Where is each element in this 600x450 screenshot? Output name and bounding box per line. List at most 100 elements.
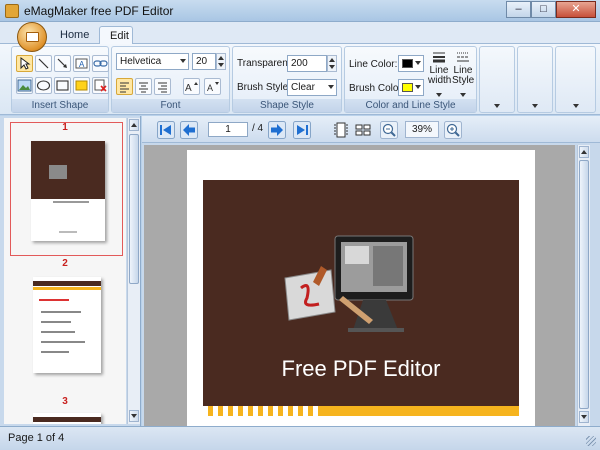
increase-font-button[interactable]: A [183, 78, 200, 95]
spin-arrows-icon [218, 56, 224, 67]
cover-title: Free PDF Editor [281, 356, 441, 381]
cover-image: Free PDF Editor [203, 180, 519, 416]
resize-grip-icon[interactable] [586, 436, 596, 446]
line-width-button[interactable]: Line width [428, 51, 451, 99]
chevron-down-icon [415, 85, 421, 89]
brush-color-picker[interactable] [398, 79, 424, 96]
app-menu-button[interactable] [17, 22, 47, 52]
film-strip-icon [334, 122, 348, 138]
thumbnail-page-1[interactable] [10, 122, 123, 256]
transparent-stepper[interactable] [327, 55, 337, 72]
font-size-input[interactable]: 20 [192, 53, 216, 70]
link-tool-button[interactable] [92, 55, 109, 72]
text-box-tool-button[interactable]: A [73, 55, 90, 72]
transparent-input[interactable]: 200 [287, 55, 327, 72]
collapsed-group-3[interactable] [555, 46, 596, 113]
align-left-button[interactable] [116, 78, 133, 95]
font-family-value: Helvetica [120, 56, 162, 67]
thumbnail-page-2[interactable] [10, 272, 123, 392]
thumbnail-page-3[interactable] [10, 410, 123, 424]
font-size-stepper[interactable] [216, 53, 226, 70]
page-number-input[interactable]: 1 [208, 122, 248, 137]
close-button[interactable]: ✕ [556, 1, 596, 18]
brush-style-select[interactable]: Clear [287, 79, 337, 96]
scroll-down-button[interactable] [579, 411, 589, 423]
align-center-button[interactable] [135, 78, 152, 95]
delete-icon [94, 79, 107, 92]
align-right-icon [158, 82, 167, 93]
thumbnail-list: 1 2 3 [4, 118, 126, 424]
arrow-tool-button[interactable] [54, 55, 71, 72]
pdf-editor-logo-icon [284, 235, 414, 332]
line-width-icon [433, 52, 445, 63]
thumb-page-2-image [33, 277, 101, 373]
line-tool-button[interactable] [35, 55, 52, 72]
collapsed-group-1[interactable] [479, 46, 515, 113]
multi-page-view-button[interactable] [354, 121, 372, 139]
image-tool-button[interactable] [16, 77, 33, 94]
ellipse-icon [36, 80, 51, 91]
maximize-button[interactable]: □ [531, 1, 556, 18]
minimize-button[interactable]: – [506, 1, 531, 18]
document-scrollbar[interactable] [577, 145, 590, 426]
scroll-up-button[interactable] [129, 119, 139, 131]
insert-shape-group: A Insert Shape [11, 46, 109, 113]
navigation-toolbar: 1 / 4 39% [142, 116, 600, 143]
zoom-in-button[interactable] [444, 121, 462, 139]
status-text: Page 1 of 4 [8, 432, 65, 444]
text-box-icon: A [75, 58, 88, 69]
single-page-view-button[interactable] [332, 121, 350, 139]
svg-text:A: A [79, 60, 85, 69]
rectangle-tool-button[interactable] [54, 77, 71, 94]
highlight-tool-button[interactable] [73, 77, 90, 94]
app-icon [5, 4, 19, 18]
last-page-button[interactable] [293, 121, 311, 139]
chevron-down-icon [460, 93, 466, 97]
chevron-down-icon [436, 93, 442, 97]
thumb-page-1-image [31, 141, 105, 241]
decrease-font-button[interactable]: A [204, 78, 221, 95]
chevron-down-icon [415, 61, 421, 65]
pdf-page[interactable]: Free PDF Editor [187, 150, 535, 426]
cover-band [203, 406, 519, 416]
chevron-up-icon [581, 150, 587, 154]
scroll-up-button[interactable] [579, 146, 589, 158]
line-style-button[interactable]: Line Style [452, 51, 474, 99]
zoom-level[interactable]: 39% [405, 121, 439, 138]
scroll-down-button[interactable] [129, 410, 139, 422]
spin-arrows-icon [329, 58, 335, 69]
delete-shape-button[interactable] [92, 77, 109, 94]
next-page-button[interactable] [268, 121, 286, 139]
tab-home[interactable]: Home [50, 26, 94, 45]
select-tool-button[interactable] [16, 55, 33, 72]
font-family-select[interactable]: Helvetica [116, 53, 189, 70]
arrow-left-icon [180, 121, 198, 139]
title-bar: eMagMaker free PDF Editor – □ ✕ [0, 0, 600, 22]
grid-view-icon [355, 124, 371, 136]
previous-page-button[interactable] [180, 121, 198, 139]
line-icon [38, 58, 49, 69]
color-line-label: Color and Line Style [345, 99, 476, 112]
line-style-label: Line Style [452, 65, 475, 86]
page-canvas[interactable]: Free PDF Editor [144, 145, 575, 426]
zoom-out-button[interactable] [380, 121, 398, 139]
thumbnail-scrollbar[interactable] [127, 118, 140, 424]
line-color-picker[interactable] [398, 55, 424, 72]
align-left-icon [120, 82, 129, 93]
align-right-button[interactable] [154, 78, 171, 95]
collapsed-group-2[interactable] [517, 46, 553, 113]
chevron-down-icon [328, 85, 334, 89]
thumbnail-panel: 1 2 3 [0, 116, 141, 426]
chevron-down-icon [532, 104, 538, 108]
brush-style-label: Brush Style: [237, 82, 291, 93]
ellipse-tool-button[interactable] [35, 77, 52, 94]
thumb-number-2: 2 [62, 258, 68, 269]
insert-shape-label: Insert Shape [12, 99, 108, 112]
font-group: Helvetica 20 A A Font [111, 46, 230, 113]
tab-edit[interactable]: Edit [99, 26, 133, 45]
first-page-button[interactable] [157, 121, 175, 139]
thumb-page-3-image [33, 413, 101, 424]
chevron-down-icon [180, 59, 186, 63]
scroll-thumb[interactable] [129, 134, 139, 284]
scroll-thumb[interactable] [579, 160, 589, 409]
